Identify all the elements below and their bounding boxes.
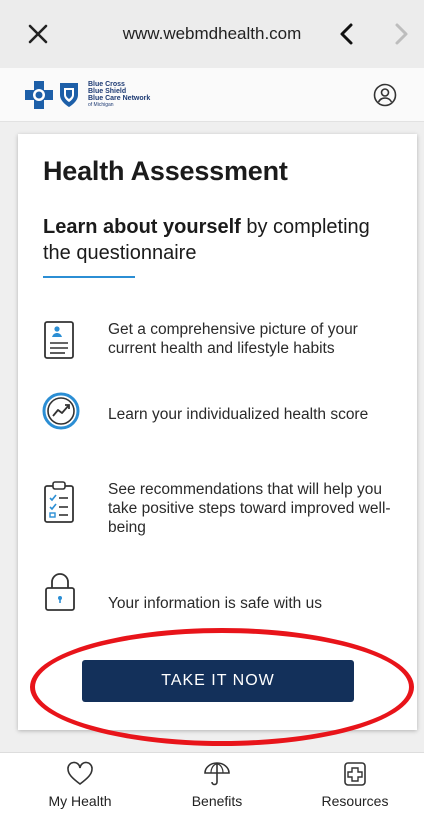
subtitle-bold: Learn about yourself <box>43 216 241 238</box>
shield-logo-icon <box>60 83 78 107</box>
bottom-nav: My Health Benefits Resources <box>0 752 424 818</box>
chevron-left-icon[interactable] <box>334 20 360 48</box>
nav-my-health[interactable]: My Health <box>25 761 135 809</box>
chevron-right-icon[interactable] <box>388 20 414 48</box>
cross-logo-icon <box>25 81 53 109</box>
nav-label: My Health <box>48 793 112 809</box>
user-icon[interactable] <box>373 83 397 107</box>
site-header: Blue Cross Blue Shield Blue Care Network… <box>0 68 424 122</box>
subtitle: Learn about yourself by completing the q… <box>43 214 393 266</box>
clipboard-checklist-icon <box>44 481 74 523</box>
heart-icon <box>67 761 93 786</box>
document-icon <box>44 321 74 359</box>
logo-line: Blue Care Network <box>88 95 151 102</box>
nav-label: Resources <box>321 793 389 809</box>
feature-text: See recommendations that will help you t… <box>108 481 391 536</box>
page-title: Health Assessment <box>43 156 288 186</box>
lock-icon <box>45 573 75 611</box>
url-text[interactable]: www.webmdhealth.com <box>0 24 424 44</box>
logo-line: Blue Shield <box>88 88 127 95</box>
score-gauge-icon <box>42 392 80 430</box>
logo-text: Blue Cross Blue Shield Blue Care Network… <box>88 81 150 109</box>
nav-label: Benefits <box>191 793 243 809</box>
brand-logo[interactable]: Blue Cross Blue Shield Blue Care Network… <box>24 80 150 110</box>
logo-line: of Michigan <box>88 102 114 108</box>
umbrella-icon <box>204 762 230 786</box>
browser-toolbar: www.webmdhealth.com <box>0 0 424 68</box>
feature-text: Get a comprehensive picture of your curr… <box>108 321 358 357</box>
plus-box-icon <box>344 762 366 786</box>
nav-resources[interactable]: Resources <box>300 761 410 809</box>
nav-benefits[interactable]: Benefits <box>162 761 272 809</box>
accent-divider <box>43 276 135 278</box>
take-it-now-button[interactable]: TAKE IT NOW <box>82 660 354 702</box>
feature-text: Learn your individualized health score <box>108 406 369 423</box>
logo-line: Blue Cross <box>88 81 125 88</box>
feature-text: Your information is safe with us <box>108 595 322 612</box>
health-assessment-card: Health Assessment Learn about yourself b… <box>18 134 417 730</box>
